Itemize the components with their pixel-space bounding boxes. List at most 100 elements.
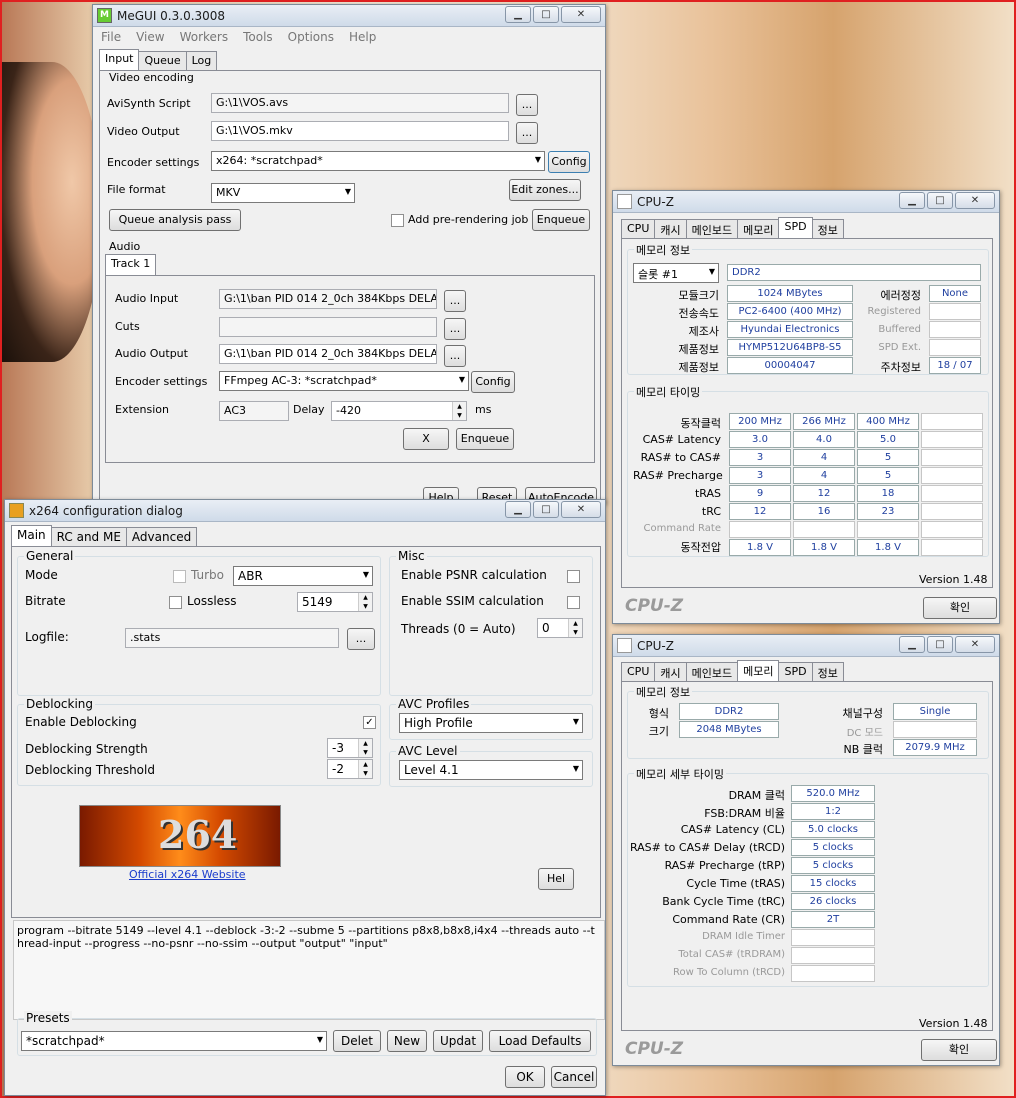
minimize-icon[interactable]: ▁ xyxy=(505,501,531,518)
close-icon[interactable]: ✕ xyxy=(561,6,601,23)
update-preset-button[interactable]: Updat xyxy=(433,1030,483,1052)
menu-file[interactable]: File xyxy=(101,30,121,44)
video-output-field[interactable]: G:\1\VOS.mkv xyxy=(211,121,509,141)
avc-profile-dropdown[interactable]: High Profile ▼ xyxy=(399,713,583,733)
tab-main[interactable]: Main xyxy=(11,525,52,546)
tab-about[interactable]: 정보 xyxy=(811,219,844,238)
minimize-icon[interactable]: ▁ xyxy=(899,192,925,209)
tab-cpu[interactable]: CPU xyxy=(621,662,656,681)
menu-help[interactable]: Help xyxy=(349,30,376,44)
delay-spinner[interactable]: -420 ▲ ▼ xyxy=(331,401,467,421)
spinner-arrows-icon[interactable]: ▲ ▼ xyxy=(452,402,466,420)
spinner-arrows-icon[interactable]: ▲ ▼ xyxy=(358,739,372,757)
edit-zones-button[interactable]: Edit zones... xyxy=(509,179,581,201)
audio-clear-button[interactable]: X xyxy=(403,428,449,450)
threads-spinner[interactable]: 0 ▲ ▼ xyxy=(537,618,583,638)
x264-titlebar[interactable]: x264 configuration dialog ▁ □ ✕ xyxy=(5,500,605,522)
tab-memory[interactable]: 메모리 xyxy=(737,219,780,238)
audio-input-field[interactable]: G:\1\ban PID 014 2_0ch 384Kbps DELAY xyxy=(219,289,437,309)
encoder-settings-dropdown[interactable]: x264: *scratchpad* ▼ xyxy=(211,151,545,171)
turbo-checkbox[interactable] xyxy=(173,570,186,583)
bank-cycle-label: Bank Cycle Time (tRC) xyxy=(662,895,785,908)
spinner-arrows-icon[interactable]: ▲ ▼ xyxy=(358,760,372,778)
new-preset-button[interactable]: New xyxy=(387,1030,427,1052)
preset-dropdown[interactable]: *scratchpad* ▼ xyxy=(21,1031,327,1051)
bitrate-value: 5149 xyxy=(302,595,333,609)
tab-advanced[interactable]: Advanced xyxy=(125,527,198,546)
tab-track-1[interactable]: Track 1 xyxy=(105,254,157,275)
cuts-field[interactable] xyxy=(219,317,437,337)
close-icon[interactable]: ✕ xyxy=(561,501,601,518)
cpuz-spd-ok-button[interactable]: 확인 xyxy=(923,597,997,619)
tab-spd[interactable]: SPD xyxy=(778,217,813,238)
tab-queue[interactable]: Queue xyxy=(138,51,187,70)
ras-to-cas-value-3: 5 xyxy=(857,449,919,466)
menu-view[interactable]: View xyxy=(136,30,164,44)
x264-help-button[interactable]: Hel xyxy=(538,868,574,890)
video-output-browse-button[interactable]: ... xyxy=(516,122,538,144)
queue-analysis-button[interactable]: Queue analysis pass xyxy=(109,209,241,231)
megui-titlebar[interactable]: M MeGUI 0.3.0.3008 ▁ □ ✕ xyxy=(93,5,605,27)
tab-mainboard[interactable]: 메인보드 xyxy=(685,219,739,238)
command-rate-cr-value: 2T xyxy=(791,911,875,928)
video-enqueue-button[interactable]: Enqueue xyxy=(532,209,590,231)
spinner-arrows-icon[interactable]: ▲ ▼ xyxy=(568,619,582,637)
ssim-checkbox[interactable] xyxy=(567,596,580,609)
tab-mainboard[interactable]: 메인보드 xyxy=(685,662,739,681)
deblocking-threshold-spinner[interactable]: -2 ▲ ▼ xyxy=(327,759,373,779)
menu-tools[interactable]: Tools xyxy=(243,30,273,44)
tab-rc-me[interactable]: RC and ME xyxy=(50,527,127,546)
audio-config-button[interactable]: Config xyxy=(471,371,515,393)
minimize-icon[interactable]: ▁ xyxy=(505,6,531,23)
menu-workers[interactable]: Workers xyxy=(180,30,229,44)
avisynth-field[interactable]: G:\1\VOS.avs xyxy=(211,93,509,113)
maximize-icon[interactable]: □ xyxy=(533,6,559,23)
close-icon[interactable]: ✕ xyxy=(955,192,995,209)
cuts-browse-button[interactable]: ... xyxy=(444,318,466,340)
tab-log[interactable]: Log xyxy=(185,51,218,70)
tab-cache[interactable]: 캐시 xyxy=(654,219,687,238)
bitrate-spinner[interactable]: 5149 ▲ ▼ xyxy=(297,592,373,612)
tab-cpu[interactable]: CPU xyxy=(621,219,656,238)
logfile-field[interactable]: .stats xyxy=(125,628,339,648)
cpuz-memory-ok-button[interactable]: 확인 xyxy=(921,1039,997,1061)
avisynth-browse-button[interactable]: ... xyxy=(516,94,538,116)
tab-memory[interactable]: 메모리 xyxy=(737,660,780,681)
enable-deblocking-checkbox[interactable]: ✓ xyxy=(363,716,376,729)
maximize-icon[interactable]: □ xyxy=(927,636,953,653)
menu-options[interactable]: Options xyxy=(288,30,334,44)
audio-input-browse-button[interactable]: ... xyxy=(444,290,466,312)
cancel-button[interactable]: Cancel xyxy=(551,1066,597,1088)
spinner-arrows-icon[interactable]: ▲ ▼ xyxy=(358,593,372,611)
psnr-checkbox[interactable] xyxy=(567,570,580,583)
video-config-button[interactable]: Config xyxy=(548,151,590,173)
maximize-icon[interactable]: □ xyxy=(533,501,559,518)
add-prerender-checkbox[interactable] xyxy=(391,214,404,227)
x264-website-link[interactable]: Official x264 Website xyxy=(129,868,246,881)
deblocking-strength-spinner[interactable]: -3 ▲ ▼ xyxy=(327,738,373,758)
file-format-dropdown[interactable]: MKV ▼ xyxy=(211,183,355,203)
audio-output-browse-button[interactable]: ... xyxy=(444,345,466,367)
video-encoding-label: Video encoding xyxy=(109,71,194,84)
close-icon[interactable]: ✕ xyxy=(955,636,995,653)
lossless-checkbox[interactable] xyxy=(169,596,182,609)
ok-button[interactable]: OK xyxy=(505,1066,545,1088)
load-defaults-button[interactable]: Load Defaults xyxy=(489,1030,591,1052)
logfile-browse-button[interactable]: ... xyxy=(347,628,375,650)
tab-about[interactable]: 정보 xyxy=(811,662,844,681)
deblocking-group-title: Deblocking xyxy=(24,697,96,711)
mode-dropdown[interactable]: ABR ▼ xyxy=(233,566,373,586)
slot-dropdown[interactable]: 슬롯 #1 ▼ xyxy=(633,263,719,283)
tab-input[interactable]: Input xyxy=(99,49,140,70)
avc-level-dropdown[interactable]: Level 4.1 ▼ xyxy=(399,760,583,780)
audio-encoder-dropdown[interactable]: FFmpeg AC-3: *scratchpad* ▼ xyxy=(219,371,469,391)
delete-preset-button[interactable]: Delet xyxy=(333,1030,381,1052)
maximize-icon[interactable]: □ xyxy=(927,192,953,209)
audio-output-field[interactable]: G:\1\ban PID 014 2_0ch 384Kbps DELAY xyxy=(219,344,437,364)
tab-spd[interactable]: SPD xyxy=(778,662,813,681)
cpuz-spd-titlebar[interactable]: CPU-Z ▁ □ ✕ xyxy=(613,191,999,213)
audio-enqueue-button[interactable]: Enqueue xyxy=(456,428,514,450)
minimize-icon[interactable]: ▁ xyxy=(899,636,925,653)
tab-cache[interactable]: 캐시 xyxy=(654,662,687,681)
cpuz-memory-titlebar[interactable]: CPU-Z ▁ □ ✕ xyxy=(613,635,999,657)
